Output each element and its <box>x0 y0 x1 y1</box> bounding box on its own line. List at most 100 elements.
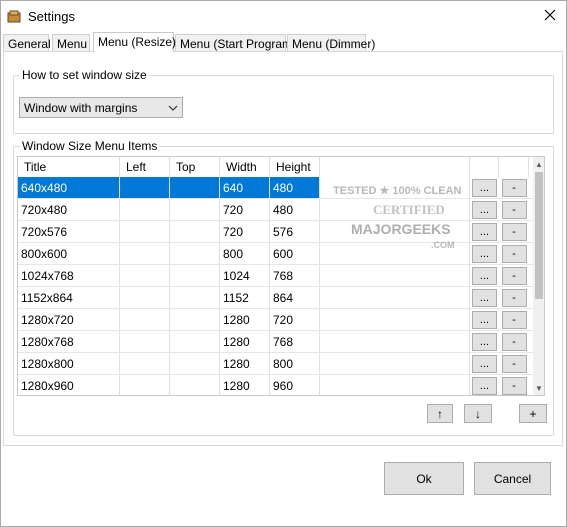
row-more-button[interactable]: ... <box>472 288 497 307</box>
table-row[interactable]: 1280x720 1280 720... - <box>18 309 533 331</box>
row-more-button[interactable]: ... <box>472 178 497 197</box>
table-row[interactable]: 1280x768 1280 768... - <box>18 331 533 353</box>
cell-title[interactable]: 1280x768 <box>18 331 120 352</box>
move-up-button[interactable]: ↑ <box>427 404 453 423</box>
cell-title[interactable]: 1024x768 <box>18 265 120 286</box>
tab-pane: How to set window size Window with margi… <box>3 51 563 446</box>
cell-top[interactable] <box>170 331 220 352</box>
cell-height[interactable]: 600 <box>270 243 320 264</box>
title-bar: Settings <box>1 1 566 32</box>
cell-title[interactable]: 800x600 <box>18 243 120 264</box>
cell-top[interactable] <box>170 265 220 286</box>
cell-spacer <box>320 331 470 352</box>
row-remove-button[interactable]: - <box>501 288 527 307</box>
cell-left[interactable] <box>120 375 170 395</box>
table-row[interactable]: 1280x960 1280 960... - <box>18 375 533 395</box>
cell-width[interactable]: 1280 <box>220 331 270 352</box>
cell-title[interactable]: 640x480 <box>18 177 120 198</box>
cell-width[interactable]: 1152 <box>220 287 270 308</box>
cell-top[interactable] <box>170 177 220 198</box>
cell-left[interactable] <box>120 199 170 220</box>
cell-left[interactable] <box>120 221 170 242</box>
cell-left[interactable] <box>120 309 170 330</box>
cell-height[interactable]: 768 <box>270 265 320 286</box>
scroll-up-icon[interactable]: ▲ <box>533 157 544 171</box>
cell-top[interactable] <box>170 243 220 264</box>
cell-width[interactable]: 640 <box>220 177 270 198</box>
cell-left[interactable] <box>120 265 170 286</box>
tab-menu-dimmer[interactable]: Menu (Dimmer) <box>287 34 375 51</box>
cell-left[interactable] <box>120 287 170 308</box>
row-more-button[interactable]: ... <box>472 332 497 351</box>
cell-title[interactable]: 1152x864 <box>18 287 120 308</box>
cell-title[interactable]: 720x480 <box>18 199 120 220</box>
row-more-button[interactable]: ... <box>472 354 497 373</box>
table-row[interactable]: 1152x864 1152 864... - <box>18 287 533 309</box>
cell-width[interactable]: 720 <box>220 221 270 242</box>
window-size-select[interactable]: Window with margins <box>19 97 183 118</box>
move-down-button[interactable]: ↓ <box>464 404 492 423</box>
cell-left[interactable] <box>120 177 170 198</box>
cell-height[interactable]: 864 <box>270 287 320 308</box>
cell-title[interactable]: 1280x720 <box>18 309 120 330</box>
row-more-button[interactable]: ... <box>472 222 497 241</box>
row-more-button[interactable]: ... <box>472 244 497 263</box>
row-more-button[interactable]: ... <box>472 376 497 395</box>
table-row[interactable]: 1024x768 1024 768... - <box>18 265 533 287</box>
row-remove-button[interactable]: - <box>501 222 527 241</box>
row-remove-button[interactable]: - <box>501 244 527 263</box>
row-more-button[interactable]: ... <box>472 266 497 285</box>
cell-height[interactable]: 480 <box>270 199 320 220</box>
row-remove-button[interactable]: - <box>501 200 527 219</box>
cell-height[interactable]: 480 <box>270 177 320 198</box>
cell-top[interactable] <box>170 375 220 395</box>
cell-height[interactable]: 768 <box>270 331 320 352</box>
column-header-height[interactable]: Height <box>270 157 320 177</box>
table-row[interactable]: 1280x800 1280 800... - <box>18 353 533 375</box>
column-header-left[interactable]: Left <box>120 157 170 177</box>
scroll-thumb[interactable] <box>535 172 543 299</box>
cell-height[interactable]: 960 <box>270 375 320 395</box>
cell-top[interactable] <box>170 353 220 374</box>
cell-height[interactable]: 800 <box>270 353 320 374</box>
row-remove-button[interactable]: - <box>501 178 527 197</box>
tab-general[interactable]: General <box>3 34 51 51</box>
cell-left[interactable] <box>120 331 170 352</box>
cell-top[interactable] <box>170 287 220 308</box>
cell-left[interactable] <box>120 243 170 264</box>
cell-width[interactable]: 1280 <box>220 309 270 330</box>
tab-menu[interactable]: Menu <box>52 34 90 51</box>
cancel-button[interactable]: Cancel <box>474 462 551 495</box>
cell-top[interactable] <box>170 221 220 242</box>
row-remove-button[interactable]: - <box>501 354 527 373</box>
row-remove-button[interactable]: - <box>501 376 527 395</box>
row-more-button[interactable]: ... <box>472 200 497 219</box>
cell-title[interactable]: 1280x800 <box>18 353 120 374</box>
column-header-width[interactable]: Width <box>220 157 270 177</box>
cell-width[interactable]: 1280 <box>220 353 270 374</box>
tab-menu-start-program[interactable]: Menu (Start Program) <box>175 34 296 51</box>
cell-width[interactable]: 800 <box>220 243 270 264</box>
scroll-down-icon[interactable]: ▼ <box>533 381 544 395</box>
row-more-button[interactable]: ... <box>472 310 497 329</box>
row-remove-button[interactable]: - <box>501 266 527 285</box>
row-remove-button[interactable]: - <box>501 332 527 351</box>
cell-top[interactable] <box>170 309 220 330</box>
cell-title[interactable]: 1280x960 <box>18 375 120 395</box>
cell-height[interactable]: 576 <box>270 221 320 242</box>
cell-height[interactable]: 720 <box>270 309 320 330</box>
tab-menu-resize[interactable]: Menu (Resize) <box>93 32 176 52</box>
row-remove-button[interactable]: - <box>501 310 527 329</box>
cell-left[interactable] <box>120 353 170 374</box>
vertical-scrollbar[interactable]: ▲ ▼ <box>533 157 544 395</box>
close-button[interactable] <box>535 3 565 30</box>
ok-button[interactable]: Ok <box>384 462 464 495</box>
cell-width[interactable]: 1280 <box>220 375 270 395</box>
column-header-title[interactable]: Title <box>18 157 120 177</box>
column-header-top[interactable]: Top <box>170 157 220 177</box>
cell-title[interactable]: 720x576 <box>18 221 120 242</box>
cell-top[interactable] <box>170 199 220 220</box>
cell-width[interactable]: 1024 <box>220 265 270 286</box>
add-item-button[interactable]: + <box>519 404 547 423</box>
cell-width[interactable]: 720 <box>220 199 270 220</box>
